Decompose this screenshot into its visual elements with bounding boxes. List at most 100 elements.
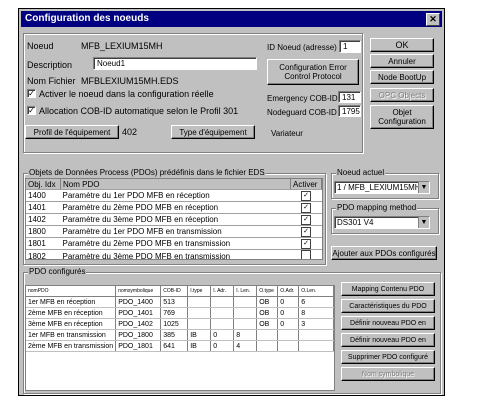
- pdo-mapping-value: DS301 V4: [337, 218, 374, 227]
- cell-nom-pdo: 1er MFB en réception: [26, 296, 117, 308]
- variateur-label: Variateur: [271, 129, 303, 138]
- col-o-type[interactable]: O.type: [256, 286, 279, 297]
- emergency-label: Emergency COB-ID: [267, 94, 338, 103]
- table-row[interactable]: 1er MFB en réception PDO_1400 513 OB 0 6: [26, 296, 334, 308]
- ajouter-pdo-button[interactable]: Ajouter aux PDOs configurés: [331, 246, 437, 260]
- noeud-actuel-select[interactable]: 1 / MFB_LEXIUM15MH ▼: [334, 181, 430, 194]
- activer-row-checkbox[interactable]: ✓: [301, 239, 311, 249]
- table-row[interactable]: 1402 Paramètre du 3ème PDO MFB en récepti…: [26, 213, 322, 226]
- node-config-dialog: Configuration des noeuds ✕ Noeud MFB_LEX…: [18, 8, 445, 396]
- cell-i-type: IB: [187, 329, 212, 341]
- col-o-len[interactable]: O.Len.: [298, 286, 334, 297]
- cell-nom-symbolique: PDO_1800: [115, 329, 162, 341]
- type-equipement-button[interactable]: Type d'équipement: [171, 125, 255, 139]
- cell-i-type: [187, 318, 212, 330]
- col-nom-pdo[interactable]: nomPDO: [26, 286, 117, 297]
- cell-cob-id: 769: [160, 307, 189, 319]
- col-o-adr[interactable]: O.Adr.: [277, 286, 300, 297]
- col-nom-pdo[interactable]: Nom PDO: [60, 179, 291, 190]
- cell-nom-symbolique: PDO_1801: [115, 340, 162, 352]
- table-row[interactable]: 1er MFB en transmission PDO_1800 385 IB 0 8: [26, 329, 334, 341]
- supprimer-pdo-button[interactable]: Supprimer PDO configuré: [341, 350, 435, 364]
- noeud-actuel-value: 1 / MFB_LEXIUM15MH: [337, 183, 421, 192]
- activer-label: Activer le noeud dans la configuration r…: [39, 89, 214, 99]
- definir-nouveau-pdo-button[interactable]: Définir nouveau PDO en: [341, 316, 435, 330]
- title-bar: Configuration des noeuds ✕: [21, 11, 442, 27]
- col-i-type[interactable]: I.type: [187, 286, 212, 297]
- mapping-contenu-pdo-button[interactable]: Mapping Contenu PDO: [341, 282, 435, 296]
- cell-i-len: [233, 318, 258, 330]
- table-row[interactable]: 3ème MFB en réception PDO_1402 1025 OB 0 3: [26, 318, 334, 330]
- cell-o-adr: [277, 340, 300, 352]
- activer-row-checkbox[interactable]: ✓: [301, 227, 311, 237]
- window-title: Configuration des noeuds: [25, 13, 149, 24]
- pdo-configured-title: PDO configurés: [28, 267, 87, 276]
- cell-i-len: [233, 296, 258, 308]
- cell-idx: 1400: [26, 189, 61, 202]
- cell-o-len: 3: [298, 318, 334, 330]
- cell-i-adr: [210, 307, 235, 319]
- id-noeud-label: ID Noeud (adresse): [267, 43, 337, 52]
- cell-name: Paramètre du 2ème PDO MFB en transmissio…: [60, 237, 291, 250]
- cell-idx: 1402: [26, 213, 61, 226]
- chevron-down-icon[interactable]: ▼: [418, 217, 429, 228]
- col-i-len[interactable]: I. Len.: [233, 286, 258, 297]
- col-cob-id[interactable]: COB-ID: [160, 286, 189, 297]
- table-row[interactable]: 2ème MFB en transmission PDO_1801 641 IB 0 4: [26, 340, 334, 352]
- description-label: Description: [27, 60, 73, 70]
- cell-i-adr: [210, 296, 235, 308]
- activer-checkbox[interactable]: ✓: [27, 89, 36, 98]
- col-activer[interactable]: Activer: [290, 179, 322, 190]
- cell-o-adr: [277, 329, 300, 341]
- cell-i-len: [233, 307, 258, 319]
- emergency-input[interactable]: 131: [338, 91, 361, 103]
- config-error-control-button[interactable]: Configuration Error Control Protocol: [267, 59, 359, 85]
- caracteristiques-pdo-button[interactable]: Caractéristiques du PDO: [341, 299, 435, 313]
- activer-row-checkbox[interactable]: [301, 250, 311, 259]
- activer-row-checkbox[interactable]: ✓: [301, 191, 311, 201]
- col-i-adr[interactable]: I. Adr.: [210, 286, 235, 297]
- pdo-mapping-select[interactable]: DS301 V4 ▼: [334, 216, 430, 229]
- close-icon[interactable]: ✕: [426, 13, 440, 26]
- opc-objects-button: OPC Objects: [370, 88, 434, 102]
- cell-i-len: 4: [233, 340, 258, 352]
- description-input[interactable]: Noeud1: [93, 57, 257, 70]
- activer-row-checkbox[interactable]: ✓: [301, 215, 311, 225]
- allocation-checkbox[interactable]: ✓: [27, 106, 36, 115]
- cell-i-len: 8: [233, 329, 258, 341]
- activer-row-checkbox[interactable]: ✓: [301, 203, 311, 213]
- chevron-down-icon[interactable]: ▼: [418, 182, 429, 193]
- definir-nouveau-pdo-button-2[interactable]: Définir nouveau PDO en: [341, 333, 435, 347]
- col-obj-idx[interactable]: Obj. Idx: [26, 179, 61, 190]
- node-bootup-button[interactable]: Node BootUp: [370, 70, 434, 84]
- nodeguard-input[interactable]: 1795: [338, 105, 361, 117]
- table-row[interactable]: 1801 Paramètre du 2ème PDO MFB en transmi…: [26, 237, 322, 250]
- cell-i-type: IB: [187, 340, 212, 352]
- table-row[interactable]: 1802 Paramètre du 3ème PDO MFB en transmi…: [26, 249, 322, 259]
- cell-cob-id: 641: [160, 340, 189, 352]
- cell-nom-symbolique: PDO_1402: [115, 318, 162, 330]
- cell-o-adr: 0: [277, 318, 300, 330]
- ok-button[interactable]: OK: [370, 38, 434, 52]
- table-row[interactable]: 2ème MFB en réception PDO_1401 769 OB 0 8: [26, 307, 334, 319]
- annuler-button[interactable]: Annuler: [370, 54, 434, 68]
- profil-value: 402: [122, 127, 138, 137]
- table-row[interactable]: 1800 Paramètre du 1er PDO MFB en transmis…: [26, 225, 322, 238]
- col-nom-symbolique[interactable]: nomsymbolique: [115, 286, 162, 297]
- nom-fichier-value: MFBLEXIUM15MH.EDS: [81, 76, 179, 86]
- cell-i-adr: 0: [210, 329, 235, 341]
- cell-o-type: [256, 329, 279, 341]
- cell-o-len: [298, 340, 334, 352]
- table-row[interactable]: 1400 Paramètre du 1er PDO MFB en réceptio…: [26, 189, 322, 202]
- cell-o-type: OB: [256, 307, 279, 319]
- cell-i-adr: 0: [210, 340, 235, 352]
- cell-idx: 1802: [26, 249, 61, 259]
- cell-name: Paramètre du 1er PDO MFB en réception: [60, 189, 291, 202]
- objet-configuration-button[interactable]: Objet Configuration: [370, 105, 434, 129]
- table-row[interactable]: 1401 Paramètre du 2ème PDO MFB en récepti…: [26, 201, 322, 214]
- id-noeud-input[interactable]: 1: [339, 40, 361, 53]
- cell-nom-pdo: 2ème MFB en transmission: [26, 340, 117, 352]
- profil-equipement-button[interactable]: Profil de l'équipement: [25, 125, 119, 139]
- cell-nom-pdo: 2ème MFB en réception: [26, 307, 117, 319]
- nom-fichier-label: Nom Fichier: [27, 76, 76, 86]
